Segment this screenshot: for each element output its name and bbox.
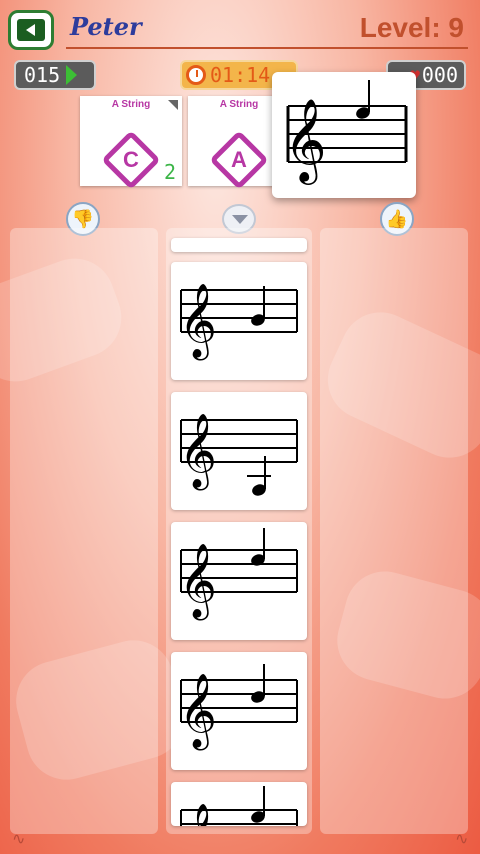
card-letter: A bbox=[231, 147, 247, 172]
score-value: 015 bbox=[24, 63, 61, 87]
back-arrow-icon bbox=[17, 19, 45, 41]
header-divider bbox=[66, 47, 468, 49]
level-label: Level: 9 bbox=[359, 12, 464, 43]
chevron-down-icon bbox=[232, 215, 248, 224]
note-card[interactable]: 𝄞 bbox=[171, 652, 307, 770]
thumbs-down-icon: 👎 bbox=[71, 208, 95, 230]
card-letter: C bbox=[123, 147, 139, 172]
clock-icon bbox=[186, 65, 206, 85]
staff-notation-icon: 𝄞 bbox=[179, 528, 298, 621]
score-counter: 015 bbox=[14, 60, 96, 90]
wrong-column[interactable] bbox=[10, 228, 158, 834]
card-label: A String bbox=[111, 99, 151, 110]
note-card[interactable]: 𝄞 bbox=[171, 262, 307, 380]
staff-notation-icon: 𝄞 bbox=[179, 664, 298, 751]
decorative-curl-icon: ∿ bbox=[12, 829, 26, 848]
note-card[interactable]: 𝄞 bbox=[171, 782, 307, 826]
timer-value: 01:14 bbox=[210, 63, 271, 87]
decorative-curl-icon: ∿ bbox=[455, 829, 469, 848]
diamond-icon: A bbox=[209, 130, 269, 190]
string-card-c[interactable]: A String C 2 bbox=[80, 96, 182, 190]
svg-text:𝄞: 𝄞 bbox=[179, 804, 217, 826]
thumbs-up-icon: 👍 bbox=[385, 208, 409, 230]
staff-notation-icon: 𝄞 bbox=[179, 786, 298, 826]
back-button[interactable] bbox=[8, 10, 54, 50]
diamond-icon: C bbox=[101, 130, 161, 190]
staff-notation-icon: 𝄞 bbox=[179, 284, 298, 361]
staff-notation-icon: 𝄞 bbox=[179, 414, 298, 496]
note-card[interactable]: 𝄞 bbox=[171, 522, 307, 640]
svg-text:𝄞: 𝄞 bbox=[179, 284, 217, 361]
note-card[interactable]: 𝄞 bbox=[171, 392, 307, 510]
svg-text:𝄞: 𝄞 bbox=[179, 414, 217, 491]
right-column[interactable] bbox=[320, 228, 468, 834]
play-icon bbox=[66, 65, 78, 85]
staff-notation-icon: 𝄞 bbox=[284, 80, 408, 185]
current-note-card[interactable]: 𝄞 bbox=[272, 72, 416, 198]
svg-text:𝄞: 𝄞 bbox=[284, 97, 327, 185]
note-card[interactable] bbox=[171, 238, 307, 252]
lives-value: 000 bbox=[421, 63, 458, 87]
corner-mark-icon bbox=[168, 100, 178, 110]
player-name: Peter bbox=[70, 12, 142, 41]
card-count: 2 bbox=[163, 160, 176, 184]
svg-text:𝄞: 𝄞 bbox=[179, 674, 217, 751]
svg-text:𝄞: 𝄞 bbox=[179, 544, 217, 621]
